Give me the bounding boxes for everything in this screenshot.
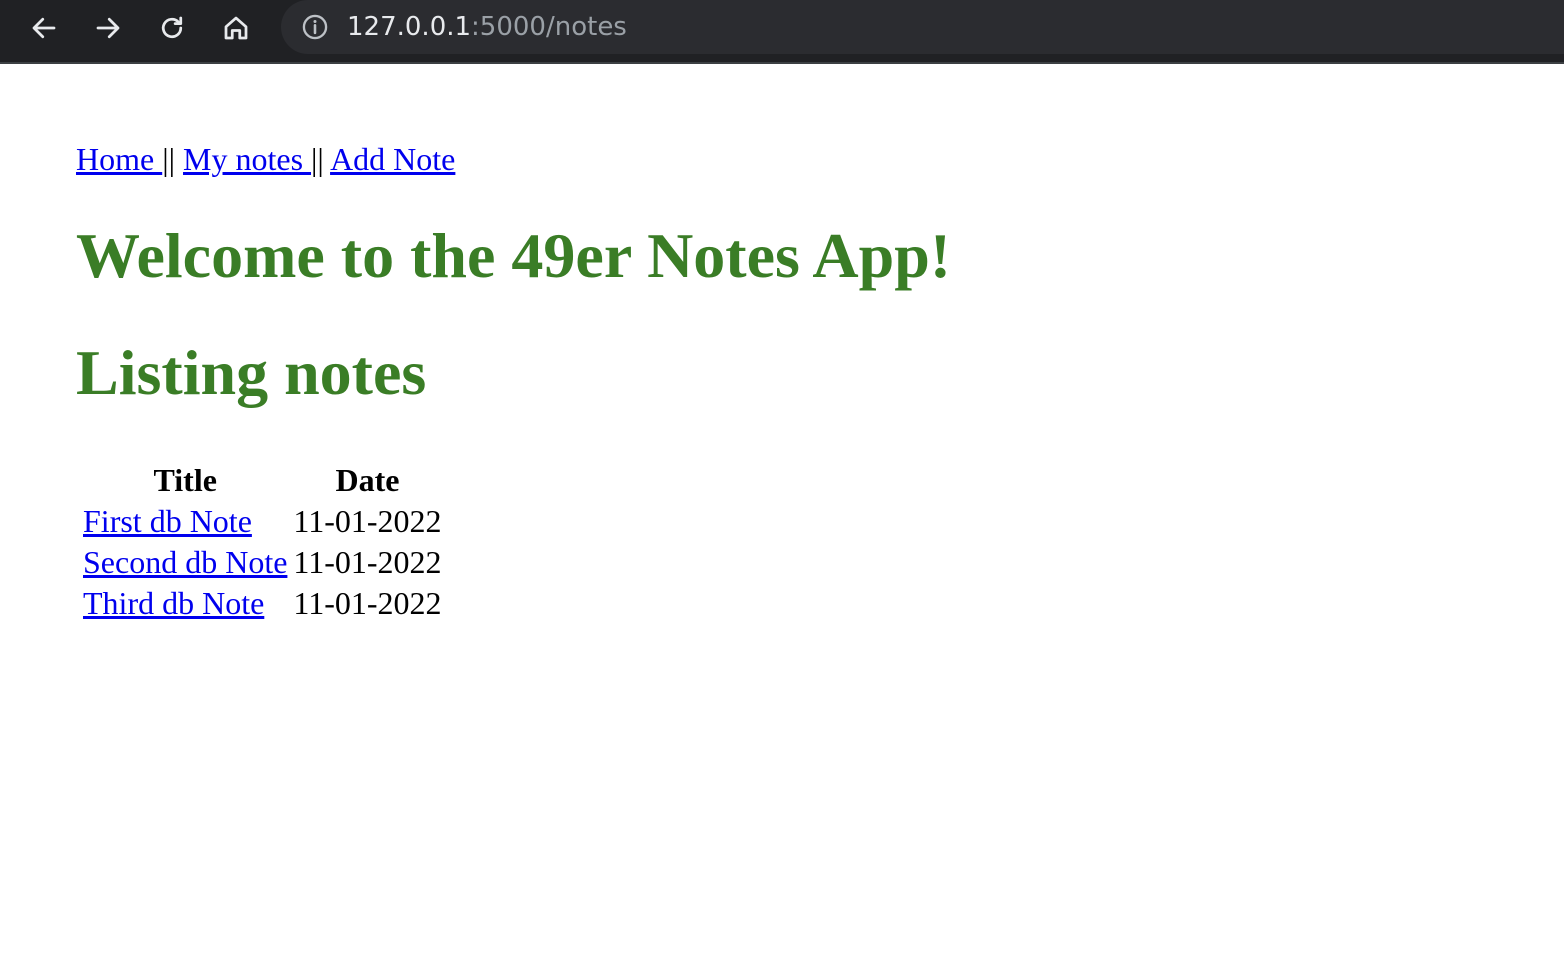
nav-separator: || <box>311 141 324 177</box>
note-link[interactable]: Second db Note <box>83 544 287 580</box>
date-cell: 11-01-2022 <box>293 585 442 621</box>
note-link[interactable]: First db Note <box>83 503 252 539</box>
url-host: 127.0.0.1 <box>347 12 472 42</box>
home-icon <box>224 16 248 40</box>
top-nav: Home || My notes || Add Note <box>76 140 455 178</box>
date-cell: 11-01-2022 <box>293 544 442 580</box>
home-button[interactable] <box>216 8 256 48</box>
arrow-left-icon <box>32 17 56 39</box>
home-link[interactable]: Home <box>76 141 162 177</box>
date-cell: 11-01-2022 <box>293 503 442 539</box>
page-content: Home || My notes || Add Note Welcome to … <box>76 140 951 621</box>
table-row: Third db Note 11-01-2022 <box>82 585 443 622</box>
date-column-header: Date <box>335 462 400 498</box>
title-cell: Third db Note <box>82 585 288 622</box>
welcome-heading: Welcome to the 49er Notes App! <box>76 220 952 291</box>
address-bar[interactable]: 127.0.0.1:5000/notes <box>281 0 1564 54</box>
reload-button[interactable] <box>152 8 192 48</box>
url-path: :5000/notes <box>471 12 627 42</box>
title-cell: Second db Note <box>82 544 288 581</box>
table-row: First db Note 11-01-2022 <box>82 503 443 540</box>
table-row: Second db Note 11-01-2022 <box>82 544 443 581</box>
arrow-right-icon <box>96 17 120 39</box>
reload-icon <box>161 16 183 39</box>
browser-toolbar: 127.0.0.1:5000/notes <box>0 0 1564 64</box>
info-icon[interactable] <box>301 13 329 41</box>
url-text[interactable]: 127.0.0.1:5000/notes <box>347 9 627 45</box>
title-cell: First db Note <box>82 503 288 540</box>
listing-heading: Listing notes <box>76 337 427 408</box>
table-header-row: Title Date <box>82 462 443 499</box>
add-note-link[interactable]: Add Note <box>330 141 455 177</box>
forward-button[interactable] <box>88 8 128 48</box>
notes-table: Title Date First db Note 11-01-2022 Seco… <box>78 458 447 626</box>
title-column-header: Title <box>153 462 217 498</box>
nav-separator: || <box>162 141 176 177</box>
note-link[interactable]: Third db Note <box>83 585 264 621</box>
my-notes-link[interactable]: My notes <box>183 141 311 177</box>
back-button[interactable] <box>24 8 64 48</box>
